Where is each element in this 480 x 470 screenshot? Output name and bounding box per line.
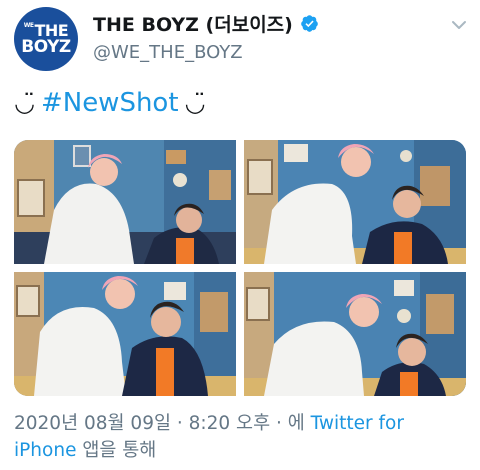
photo-grid [14, 140, 466, 396]
verified-badge-icon [300, 14, 319, 33]
name-row: THE BOYZ (더보이즈) [93, 10, 319, 37]
chevron-down-icon[interactable] [448, 14, 470, 36]
hashtag-link[interactable]: #NewShot [41, 88, 179, 118]
tweet-text: ◡̈ #NewShot ◡̈ [14, 88, 206, 118]
source-suffix: 앱을 통해 [76, 440, 157, 461]
user-handle[interactable]: @WE_THE_BOYZ [93, 42, 243, 63]
photo-4[interactable] [244, 272, 466, 396]
photo-3[interactable] [14, 272, 236, 396]
avatar-text-line2: BOYZ [21, 36, 71, 57]
source-link-continued[interactable]: iPhone [14, 440, 76, 461]
source-link[interactable]: Twitter for [311, 413, 404, 434]
tweet-meta: 2020년 08월 09일 · 8:20 오후 · 에 Twitter for … [14, 410, 466, 464]
photo-2[interactable] [244, 140, 466, 264]
smile-emoticon-left: ◡̈ [14, 89, 35, 117]
avatar[interactable]: WETHE BOYZ [14, 7, 78, 71]
smile-emoticon-right: ◡̈ [184, 89, 206, 117]
tweet-header: WETHE BOYZ THE BOYZ (더보이즈) @WE_THE_BOYZ [0, 0, 480, 80]
timestamp[interactable]: 2020년 08월 09일 · 8:20 오후 · 에 [14, 413, 311, 434]
display-name[interactable]: THE BOYZ (더보이즈) [93, 10, 293, 37]
photo-1[interactable] [14, 140, 236, 264]
avatar-text-small: WE [23, 22, 34, 30]
